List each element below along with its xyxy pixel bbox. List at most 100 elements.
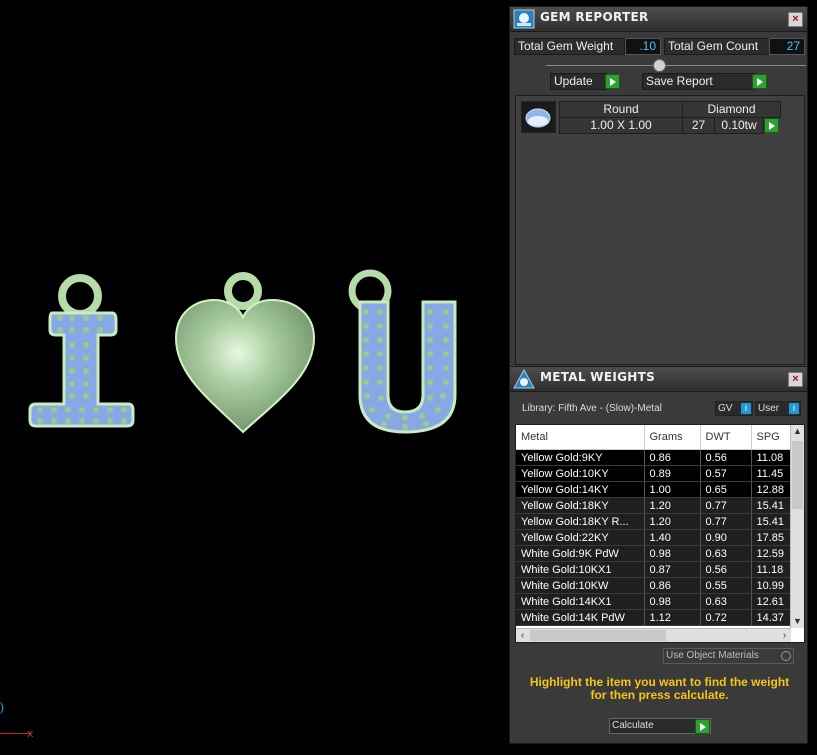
metal-weights-table[interactable]: Metal Grams DWT SPG Yellow Gold:9KY 0.86 0… xyxy=(515,424,805,643)
axis-x-line xyxy=(0,733,30,734)
axis-x-label: x xyxy=(27,727,34,740)
table-row[interactable]: Yellow Gold:10KY 0.89 0.57 11.45 xyxy=(516,465,802,482)
gem-weight: 0.10tw xyxy=(714,117,764,134)
gem-list: Round Diamond 1.00 X 1.00 27 0.10tw xyxy=(515,95,805,365)
grams-cell: 0.86 xyxy=(644,449,701,466)
library-label: Library: Fifth Ave - (Slow)-Metal xyxy=(522,403,662,414)
table-row[interactable]: Yellow Gold:14KY 1.00 0.65 12.88 xyxy=(516,481,802,498)
save-report-button[interactable]: Save Report xyxy=(642,73,755,90)
metal-cell: White Gold:9K PdW xyxy=(516,545,645,562)
grams-cell: 0.87 xyxy=(644,561,701,578)
total-gem-weight-label: Total Gem Weight xyxy=(514,38,625,55)
gem-shape: Round xyxy=(559,101,683,118)
table-row[interactable]: Yellow Gold:9KY 0.86 0.56 11.08 xyxy=(516,449,802,466)
dwt-cell: 0.56 xyxy=(700,449,752,466)
gem-reporter-title: GEM REPORTER xyxy=(540,10,649,24)
total-gem-weight-value: .10 xyxy=(625,38,661,55)
close-icon[interactable]: × xyxy=(788,372,803,387)
grams-cell: 0.89 xyxy=(644,465,701,482)
vertical-scrollbar[interactable]: ▲ ▼ xyxy=(790,425,804,628)
grams-cell: 1.40 xyxy=(644,529,701,546)
table-row[interactable]: Yellow Gold:22KY 1.40 0.90 17.85 xyxy=(516,529,802,546)
update-button-label: Update xyxy=(554,74,593,88)
metal-cell: Yellow Gold:18KY R... xyxy=(516,513,645,530)
dwt-cell: 0.63 xyxy=(700,593,752,610)
gem-detail-arrow-icon[interactable] xyxy=(764,118,779,133)
metal-cell: White Gold:10KW xyxy=(516,577,645,594)
gem-count: 27 xyxy=(682,117,715,134)
round-gem-icon xyxy=(525,108,551,128)
metal-cell: Yellow Gold:10KY xyxy=(516,465,645,482)
3d-viewport[interactable]: ) x xyxy=(0,0,508,755)
table-row[interactable]: White Gold:14KX1 0.98 0.63 12.61 xyxy=(516,593,802,610)
gv-toggle[interactable]: GV i xyxy=(715,401,753,416)
user-toggle[interactable]: User i xyxy=(755,401,801,416)
use-object-materials-toggle[interactable]: Use Object Materials xyxy=(663,648,794,664)
column-header-metal[interactable]: Metal xyxy=(516,425,645,450)
gem-reporter-icon xyxy=(513,9,535,29)
table-row[interactable]: White Gold:14K PdW 1.12 0.72 14.37 xyxy=(516,609,802,626)
grams-cell: 1.20 xyxy=(644,513,701,530)
metal-weights-title: METAL WEIGHTS xyxy=(540,370,656,384)
dwt-cell: 0.90 xyxy=(700,529,752,546)
user-info-icon: i xyxy=(789,403,799,414)
metal-weights-header[interactable]: METAL WEIGHTS × xyxy=(510,367,807,392)
horizontal-scroll-thumb[interactable] xyxy=(530,630,666,641)
pendant-models xyxy=(28,269,457,434)
metal-weights-panel: METAL WEIGHTS × Library: Fifth Ave - (Sl… xyxy=(509,366,808,744)
update-button[interactable]: Update xyxy=(550,73,607,90)
dwt-cell: 0.65 xyxy=(700,481,752,498)
total-gem-count-value: 27 xyxy=(769,38,805,55)
grams-cell: 1.12 xyxy=(644,609,701,626)
gem-size: 1.00 X 1.00 xyxy=(559,117,683,134)
grams-cell: 0.86 xyxy=(644,577,701,594)
metal-weights-icon xyxy=(513,369,535,389)
dwt-cell: 0.77 xyxy=(700,513,752,530)
gem-type: Diamond xyxy=(682,101,781,118)
save-report-button-label: Save Report xyxy=(646,74,713,88)
total-gem-count-label: Total Gem Count xyxy=(664,38,772,55)
column-header-dwt[interactable]: DWT xyxy=(700,425,752,450)
update-arrow-icon[interactable] xyxy=(605,74,620,89)
table-row[interactable]: White Gold:9K PdW 0.98 0.63 12.59 xyxy=(516,545,802,562)
metal-cell: Yellow Gold:14KY xyxy=(516,481,645,498)
close-icon[interactable]: × xyxy=(788,12,803,27)
gem-reporter-header[interactable]: GEM REPORTER × xyxy=(510,7,807,32)
scroll-up-icon[interactable]: ▲ xyxy=(791,425,804,438)
use-object-materials-label: Use Object Materials xyxy=(666,650,759,661)
table-row[interactable]: Yellow Gold:18KY 1.20 0.77 15.41 xyxy=(516,497,802,514)
heart-pendant xyxy=(174,272,316,434)
axis-y-indicator: ) xyxy=(0,700,4,714)
gv-toggle-label: GV xyxy=(718,403,733,414)
column-header-grams[interactable]: Grams xyxy=(644,425,701,450)
calculate-button-label: Calculate xyxy=(612,720,654,731)
round-gem-thumbnail[interactable] xyxy=(521,101,556,133)
grams-cell: 0.98 xyxy=(644,593,701,610)
table-row[interactable]: White Gold:10KX1 0.87 0.56 11.18 xyxy=(516,561,802,578)
calculate-arrow-icon[interactable] xyxy=(695,719,710,734)
user-toggle-label: User xyxy=(758,403,780,414)
table-row[interactable]: White Gold:10KW 0.86 0.55 10.99 xyxy=(516,577,802,594)
grams-cell: 1.20 xyxy=(644,497,701,514)
slider-track[interactable] xyxy=(546,65,806,66)
save-report-arrow-icon[interactable] xyxy=(752,74,767,89)
metal-cell: White Gold:10KX1 xyxy=(516,561,645,578)
dwt-cell: 0.56 xyxy=(700,561,752,578)
slider-handle[interactable] xyxy=(653,59,666,72)
dwt-cell: 0.55 xyxy=(700,577,752,594)
scroll-down-icon[interactable]: ▼ xyxy=(791,615,804,628)
metal-cell: White Gold:14KX1 xyxy=(516,593,645,610)
vertical-scroll-thumb[interactable] xyxy=(792,441,803,509)
dwt-cell: 0.77 xyxy=(700,497,752,514)
metal-cell: Yellow Gold:22KY xyxy=(516,529,645,546)
grams-cell: 1.00 xyxy=(644,481,701,498)
dwt-cell: 0.63 xyxy=(700,545,752,562)
horizontal-scrollbar[interactable]: ‹ › xyxy=(516,628,791,642)
grams-cell: 0.98 xyxy=(644,545,701,562)
dwt-cell: 0.72 xyxy=(700,609,752,626)
scroll-right-icon[interactable]: › xyxy=(778,629,791,642)
scroll-left-icon[interactable]: ‹ xyxy=(516,629,529,642)
dwt-cell: 0.57 xyxy=(700,465,752,482)
metal-cell: Yellow Gold:9KY xyxy=(516,449,645,466)
table-row[interactable]: Yellow Gold:18KY R... 1.20 0.77 15.41 xyxy=(516,513,802,530)
